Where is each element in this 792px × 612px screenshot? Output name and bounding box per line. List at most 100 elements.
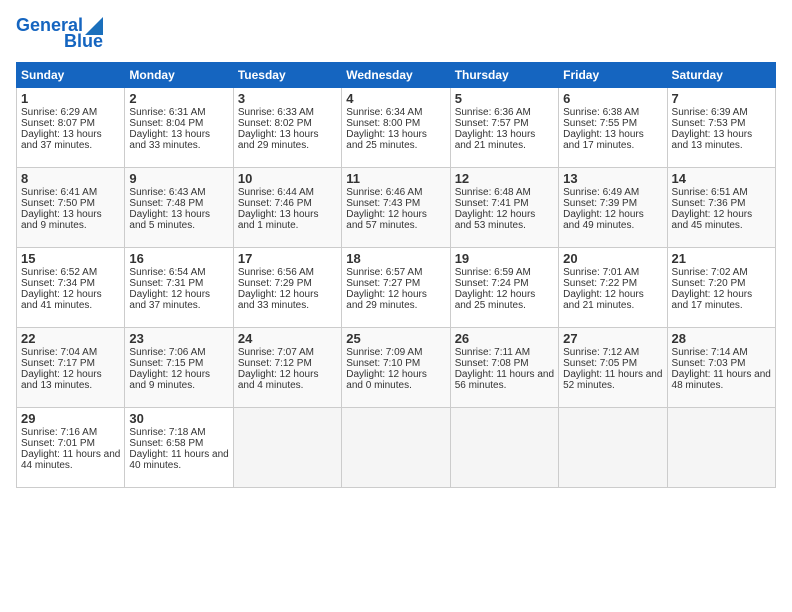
sunset-label: Sunset: 7:29 PM bbox=[238, 278, 312, 289]
calendar-cell: 27 Sunrise: 7:12 AM Sunset: 7:05 PM Dayl… bbox=[559, 327, 667, 407]
sunset-label: Sunset: 7:34 PM bbox=[21, 278, 95, 289]
daylight-label: Daylight: 12 hours and 41 minutes. bbox=[21, 289, 102, 311]
sunset-label: Sunset: 7:41 PM bbox=[455, 198, 529, 209]
calendar-cell: 8 Sunrise: 6:41 AM Sunset: 7:50 PM Dayli… bbox=[17, 167, 125, 247]
daylight-label: Daylight: 12 hours and 45 minutes. bbox=[672, 209, 753, 231]
sunset-label: Sunset: 7:20 PM bbox=[672, 278, 746, 289]
day-number: 28 bbox=[672, 331, 771, 346]
calendar-cell: 4 Sunrise: 6:34 AM Sunset: 8:00 PM Dayli… bbox=[342, 87, 450, 167]
day-number: 17 bbox=[238, 251, 337, 266]
calendar-cell: 11 Sunrise: 6:46 AM Sunset: 7:43 PM Dayl… bbox=[342, 167, 450, 247]
sunset-label: Sunset: 7:12 PM bbox=[238, 358, 312, 369]
sunrise-label: Sunrise: 6:39 AM bbox=[672, 107, 748, 118]
daylight-label: Daylight: 13 hours and 13 minutes. bbox=[672, 129, 753, 151]
daylight-label: Daylight: 12 hours and 57 minutes. bbox=[346, 209, 427, 231]
day-number: 4 bbox=[346, 91, 445, 106]
sunrise-label: Sunrise: 6:44 AM bbox=[238, 187, 314, 198]
daylight-label: Daylight: 12 hours and 53 minutes. bbox=[455, 209, 536, 231]
day-number: 22 bbox=[21, 331, 120, 346]
sunrise-label: Sunrise: 6:36 AM bbox=[455, 107, 531, 118]
sunset-label: Sunset: 7:46 PM bbox=[238, 198, 312, 209]
calendar-cell: 22 Sunrise: 7:04 AM Sunset: 7:17 PM Dayl… bbox=[17, 327, 125, 407]
sunset-label: Sunset: 7:27 PM bbox=[346, 278, 420, 289]
calendar-row: 22 Sunrise: 7:04 AM Sunset: 7:17 PM Dayl… bbox=[17, 327, 776, 407]
calendar-cell: 1 Sunrise: 6:29 AM Sunset: 8:07 PM Dayli… bbox=[17, 87, 125, 167]
sunset-label: Sunset: 7:43 PM bbox=[346, 198, 420, 209]
calendar-row: 15 Sunrise: 6:52 AM Sunset: 7:34 PM Dayl… bbox=[17, 247, 776, 327]
header-row: Sunday Monday Tuesday Wednesday Thursday… bbox=[17, 62, 776, 87]
sunrise-label: Sunrise: 7:14 AM bbox=[672, 347, 748, 358]
sunset-label: Sunset: 7:08 PM bbox=[455, 358, 529, 369]
daylight-label: Daylight: 13 hours and 25 minutes. bbox=[346, 129, 427, 151]
daylight-label: Daylight: 12 hours and 0 minutes. bbox=[346, 369, 427, 391]
sunrise-label: Sunrise: 6:29 AM bbox=[21, 107, 97, 118]
daylight-label: Daylight: 12 hours and 13 minutes. bbox=[21, 369, 102, 391]
day-number: 27 bbox=[563, 331, 662, 346]
col-tuesday: Tuesday bbox=[233, 62, 341, 87]
calendar-cell: 12 Sunrise: 6:48 AM Sunset: 7:41 PM Dayl… bbox=[450, 167, 558, 247]
calendar-cell: 25 Sunrise: 7:09 AM Sunset: 7:10 PM Dayl… bbox=[342, 327, 450, 407]
calendar-cell: 5 Sunrise: 6:36 AM Sunset: 7:57 PM Dayli… bbox=[450, 87, 558, 167]
day-number: 10 bbox=[238, 171, 337, 186]
col-monday: Monday bbox=[125, 62, 233, 87]
daylight-label: Daylight: 11 hours and 48 minutes. bbox=[672, 369, 771, 391]
sunset-label: Sunset: 7:48 PM bbox=[129, 198, 203, 209]
col-friday: Friday bbox=[559, 62, 667, 87]
sunrise-label: Sunrise: 6:41 AM bbox=[21, 187, 97, 198]
logo: General Blue bbox=[16, 16, 103, 52]
page-container: General Blue Sunday Monday Tuesday Wedne… bbox=[0, 0, 792, 496]
daylight-label: Daylight: 13 hours and 21 minutes. bbox=[455, 129, 536, 151]
sunrise-label: Sunrise: 6:48 AM bbox=[455, 187, 531, 198]
sunset-label: Sunset: 7:57 PM bbox=[455, 118, 529, 129]
calendar-table: Sunday Monday Tuesday Wednesday Thursday… bbox=[16, 62, 776, 488]
sunrise-label: Sunrise: 7:06 AM bbox=[129, 347, 205, 358]
logo-text-blue: Blue bbox=[64, 32, 103, 52]
day-number: 29 bbox=[21, 411, 120, 426]
day-number: 8 bbox=[21, 171, 120, 186]
calendar-cell bbox=[559, 407, 667, 487]
day-number: 12 bbox=[455, 171, 554, 186]
header: General Blue bbox=[16, 16, 776, 52]
calendar-cell: 16 Sunrise: 6:54 AM Sunset: 7:31 PM Dayl… bbox=[125, 247, 233, 327]
sunset-label: Sunset: 8:04 PM bbox=[129, 118, 203, 129]
day-number: 20 bbox=[563, 251, 662, 266]
calendar-cell: 18 Sunrise: 6:57 AM Sunset: 7:27 PM Dayl… bbox=[342, 247, 450, 327]
daylight-label: Daylight: 13 hours and 29 minutes. bbox=[238, 129, 319, 151]
sunrise-label: Sunrise: 6:52 AM bbox=[21, 267, 97, 278]
day-number: 1 bbox=[21, 91, 120, 106]
sunset-label: Sunset: 7:01 PM bbox=[21, 438, 95, 449]
sunset-label: Sunset: 8:02 PM bbox=[238, 118, 312, 129]
daylight-label: Daylight: 12 hours and 49 minutes. bbox=[563, 209, 644, 231]
sunrise-label: Sunrise: 6:57 AM bbox=[346, 267, 422, 278]
calendar-cell: 21 Sunrise: 7:02 AM Sunset: 7:20 PM Dayl… bbox=[667, 247, 775, 327]
sunset-label: Sunset: 7:24 PM bbox=[455, 278, 529, 289]
daylight-label: Daylight: 12 hours and 33 minutes. bbox=[238, 289, 319, 311]
calendar-cell: 24 Sunrise: 7:07 AM Sunset: 7:12 PM Dayl… bbox=[233, 327, 341, 407]
sunset-label: Sunset: 6:58 PM bbox=[129, 438, 203, 449]
sunset-label: Sunset: 7:15 PM bbox=[129, 358, 203, 369]
sunrise-label: Sunrise: 7:11 AM bbox=[455, 347, 530, 358]
calendar-row: 8 Sunrise: 6:41 AM Sunset: 7:50 PM Dayli… bbox=[17, 167, 776, 247]
day-number: 18 bbox=[346, 251, 445, 266]
calendar-cell: 20 Sunrise: 7:01 AM Sunset: 7:22 PM Dayl… bbox=[559, 247, 667, 327]
calendar-cell: 3 Sunrise: 6:33 AM Sunset: 8:02 PM Dayli… bbox=[233, 87, 341, 167]
sunrise-label: Sunrise: 6:43 AM bbox=[129, 187, 205, 198]
daylight-label: Daylight: 13 hours and 33 minutes. bbox=[129, 129, 210, 151]
col-wednesday: Wednesday bbox=[342, 62, 450, 87]
daylight-label: Daylight: 12 hours and 4 minutes. bbox=[238, 369, 319, 391]
daylight-label: Daylight: 13 hours and 9 minutes. bbox=[21, 209, 102, 231]
sunset-label: Sunset: 7:50 PM bbox=[21, 198, 95, 209]
sunrise-label: Sunrise: 6:51 AM bbox=[672, 187, 748, 198]
daylight-label: Daylight: 12 hours and 9 minutes. bbox=[129, 369, 210, 391]
calendar-cell: 29 Sunrise: 7:16 AM Sunset: 7:01 PM Dayl… bbox=[17, 407, 125, 487]
sunset-label: Sunset: 7:31 PM bbox=[129, 278, 203, 289]
sunrise-label: Sunrise: 6:54 AM bbox=[129, 267, 205, 278]
sunrise-label: Sunrise: 7:07 AM bbox=[238, 347, 314, 358]
sunrise-label: Sunrise: 6:49 AM bbox=[563, 187, 639, 198]
day-number: 9 bbox=[129, 171, 228, 186]
sunrise-label: Sunrise: 6:31 AM bbox=[129, 107, 205, 118]
calendar-cell: 26 Sunrise: 7:11 AM Sunset: 7:08 PM Dayl… bbox=[450, 327, 558, 407]
sunset-label: Sunset: 8:07 PM bbox=[21, 118, 95, 129]
sunset-label: Sunset: 7:03 PM bbox=[672, 358, 746, 369]
sunset-label: Sunset: 7:53 PM bbox=[672, 118, 746, 129]
